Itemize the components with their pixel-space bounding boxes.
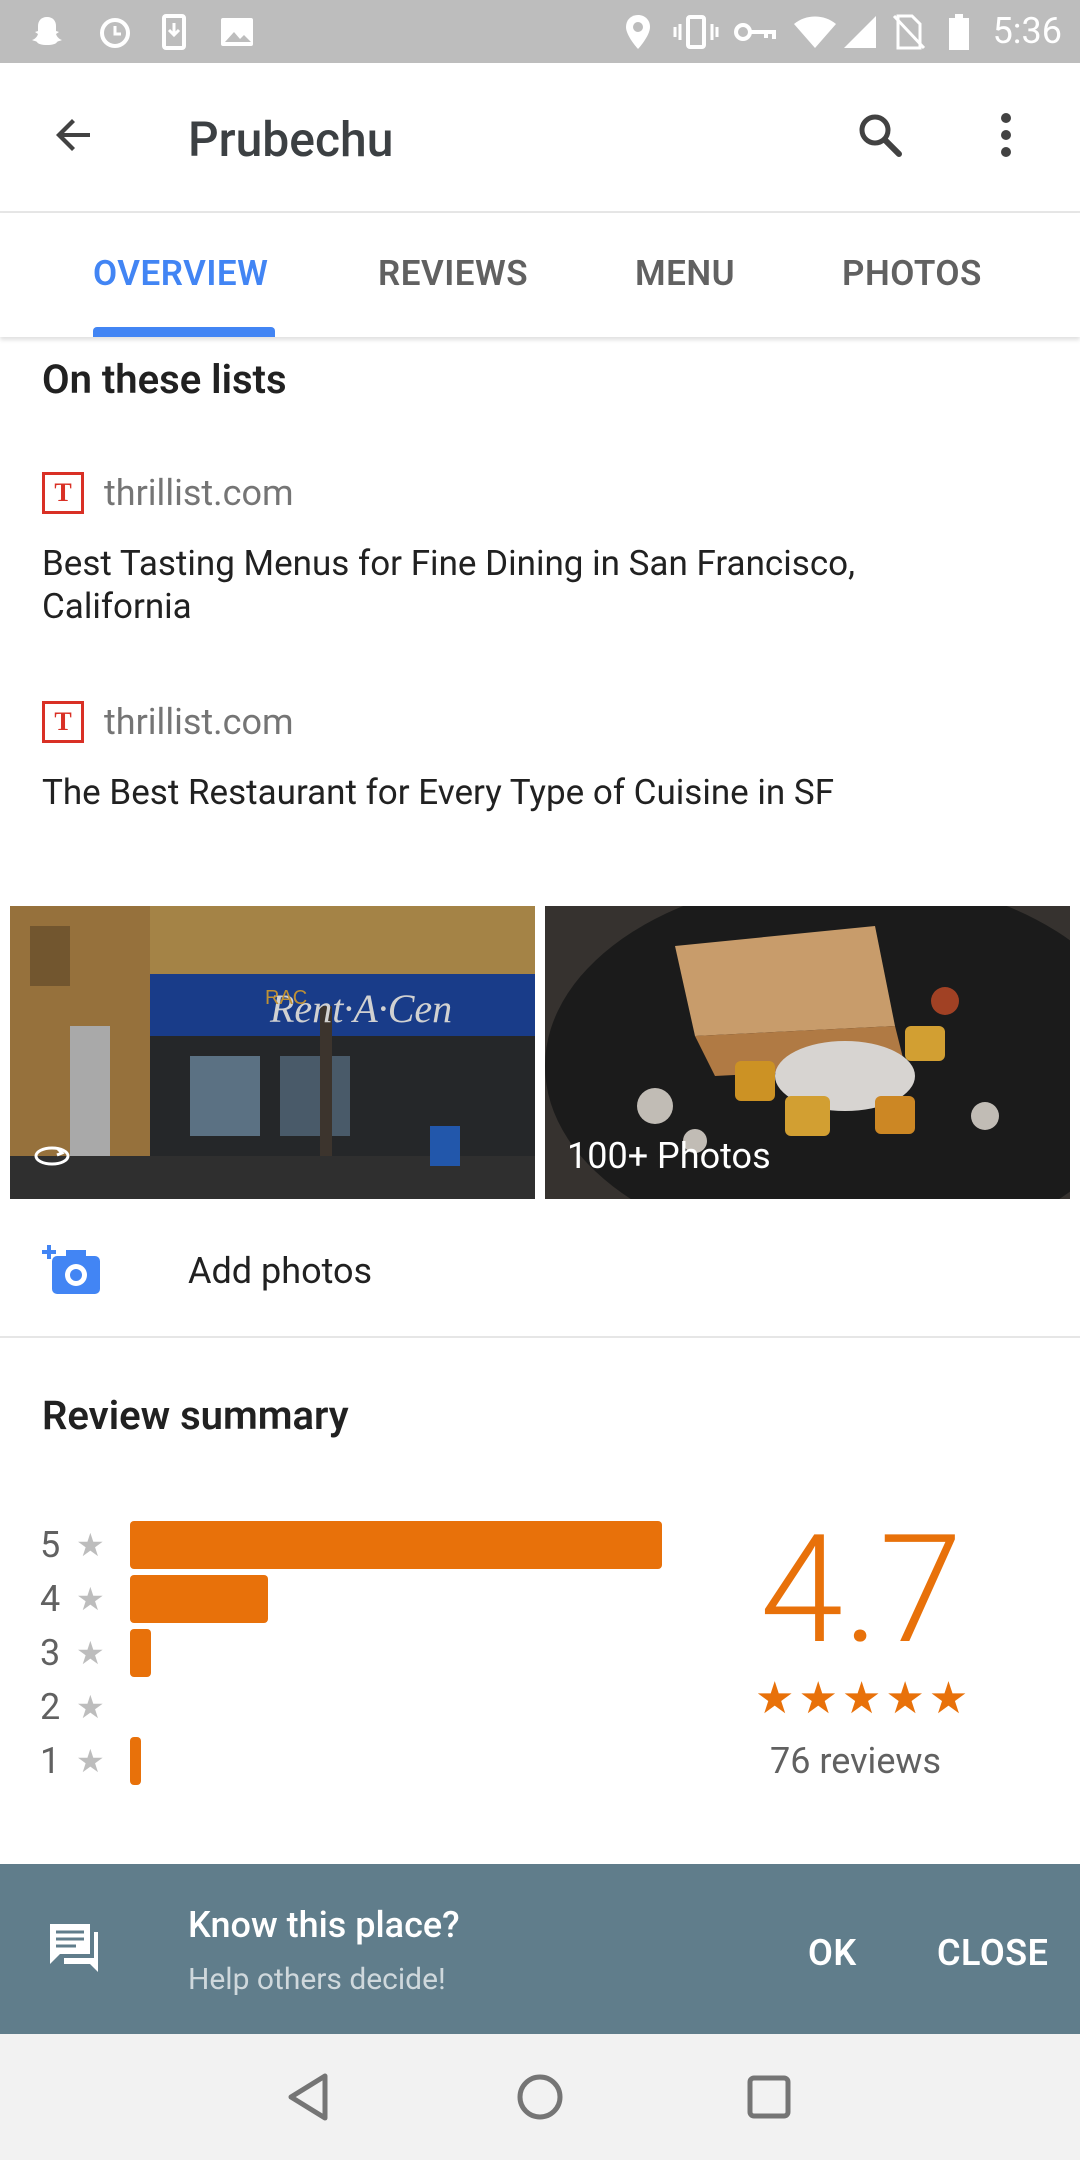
tab-photos[interactable]: PHOTOS xyxy=(842,253,982,294)
image-icon xyxy=(214,0,260,63)
thrillist-logo: T xyxy=(42,472,84,514)
rating-bar-4 xyxy=(130,1575,268,1623)
vpn-key-icon xyxy=(730,0,780,63)
section-divider xyxy=(0,1336,1080,1338)
list-source: thrillist.com xyxy=(104,701,294,743)
back-nav-icon[interactable] xyxy=(285,2072,331,2126)
clock: 5:36 xyxy=(992,10,1062,52)
rating-distribution[interactable]: 5 ★ 4 ★ 3 ★ 2 ★ 1 ★ xyxy=(0,1520,700,1800)
average-rating: 4.7 xyxy=(760,1502,963,1678)
list-description: The Best Restaurant for Every Type of Cu… xyxy=(42,772,835,813)
close-button[interactable]: CLOSE xyxy=(937,1932,1048,1974)
search-icon[interactable] xyxy=(848,103,912,167)
active-tab-indicator xyxy=(93,327,275,337)
rating-bar-5 xyxy=(130,1521,662,1569)
back-arrow-icon[interactable] xyxy=(42,103,106,167)
recents-nav-icon[interactable] xyxy=(746,2074,792,2124)
reviews-count[interactable]: 76 reviews xyxy=(770,1740,941,1782)
more-options-icon[interactable] xyxy=(974,103,1038,167)
tab-bar: OVERVIEW REVIEWS MENU PHOTOS xyxy=(0,213,1080,337)
photos-count-label: 100+ Photos xyxy=(567,1135,771,1177)
star-icon: ★ xyxy=(76,1580,105,1618)
vibrate-icon xyxy=(668,0,724,63)
rating-bar-3 xyxy=(130,1629,151,1677)
tab-menu[interactable]: MENU xyxy=(635,253,735,294)
thrillist-logo: T xyxy=(42,701,84,743)
banner-subtitle: Help others decide! xyxy=(188,1962,446,1997)
star-icon: ★ xyxy=(76,1634,105,1672)
rating-row-1: 1 ★ xyxy=(40,1736,105,1786)
rating-row-2: 2 ★ xyxy=(40,1682,105,1732)
status-bar: 5:36 xyxy=(0,0,1080,63)
star-icon: ★ xyxy=(76,1688,105,1726)
wifi-icon xyxy=(790,0,840,63)
tab-reviews[interactable]: REVIEWS xyxy=(378,253,528,294)
rating-row-3: 3 ★ xyxy=(40,1628,105,1678)
rating-row-label: 5 xyxy=(40,1524,61,1566)
add-photo-camera-icon xyxy=(40,1242,102,1302)
list-item[interactable]: T thrillist.com The Best Restaurant for … xyxy=(42,701,1002,814)
location-icon xyxy=(618,0,658,63)
battery-icon xyxy=(944,0,974,63)
street-view-photo[interactable]: Rent·A·Cen RAC xyxy=(10,906,535,1199)
snapchat-icon xyxy=(22,0,72,63)
star-icon: ★ xyxy=(76,1526,105,1564)
navigation-bar xyxy=(0,2034,1080,2160)
photos-gallery-tile[interactable]: 100+ Photos xyxy=(545,906,1070,1199)
list-item[interactable]: T thrillist.com Best Tasting Menus for F… xyxy=(42,472,1002,628)
know-this-place-banner: Know this place? Help others decide! OK … xyxy=(0,1864,1080,2034)
rating-row-label: 3 xyxy=(40,1632,61,1674)
list-source: thrillist.com xyxy=(104,472,294,514)
no-sim-icon xyxy=(888,0,928,63)
rating-row-label: 4 xyxy=(40,1578,61,1620)
list-description: Best Tasting Menus for Fine Dining in Sa… xyxy=(42,543,855,627)
banner-title: Know this place? xyxy=(188,1904,460,1946)
app-bar: Prubechu xyxy=(0,63,1080,213)
rating-row-5: 5 ★ xyxy=(40,1520,105,1570)
home-nav-icon[interactable] xyxy=(515,2072,565,2126)
feedback-chat-icon xyxy=(44,1920,102,1980)
download-icon xyxy=(152,0,196,63)
rating-row-label: 1 xyxy=(40,1740,61,1782)
rating-stars: ★★★★★ xyxy=(755,1672,973,1724)
star-icon: ★ xyxy=(76,1742,105,1780)
page-title: Prubechu xyxy=(188,111,394,168)
rating-bar-1 xyxy=(130,1737,141,1785)
add-photos-label: Add photos xyxy=(188,1250,373,1292)
street-view-icon xyxy=(32,1145,72,1171)
lists-section-title: On these lists xyxy=(42,356,287,403)
signal-icon xyxy=(840,0,880,63)
rating-row-4: 4 ★ xyxy=(40,1574,105,1624)
tab-overview[interactable]: OVERVIEW xyxy=(93,253,268,294)
rating-row-label: 2 xyxy=(40,1686,61,1728)
review-summary-title: Review summary xyxy=(42,1392,349,1439)
add-photos-button[interactable]: Add photos xyxy=(0,1220,1080,1330)
ok-button[interactable]: OK xyxy=(808,1932,857,1974)
alarm-icon xyxy=(90,0,140,63)
